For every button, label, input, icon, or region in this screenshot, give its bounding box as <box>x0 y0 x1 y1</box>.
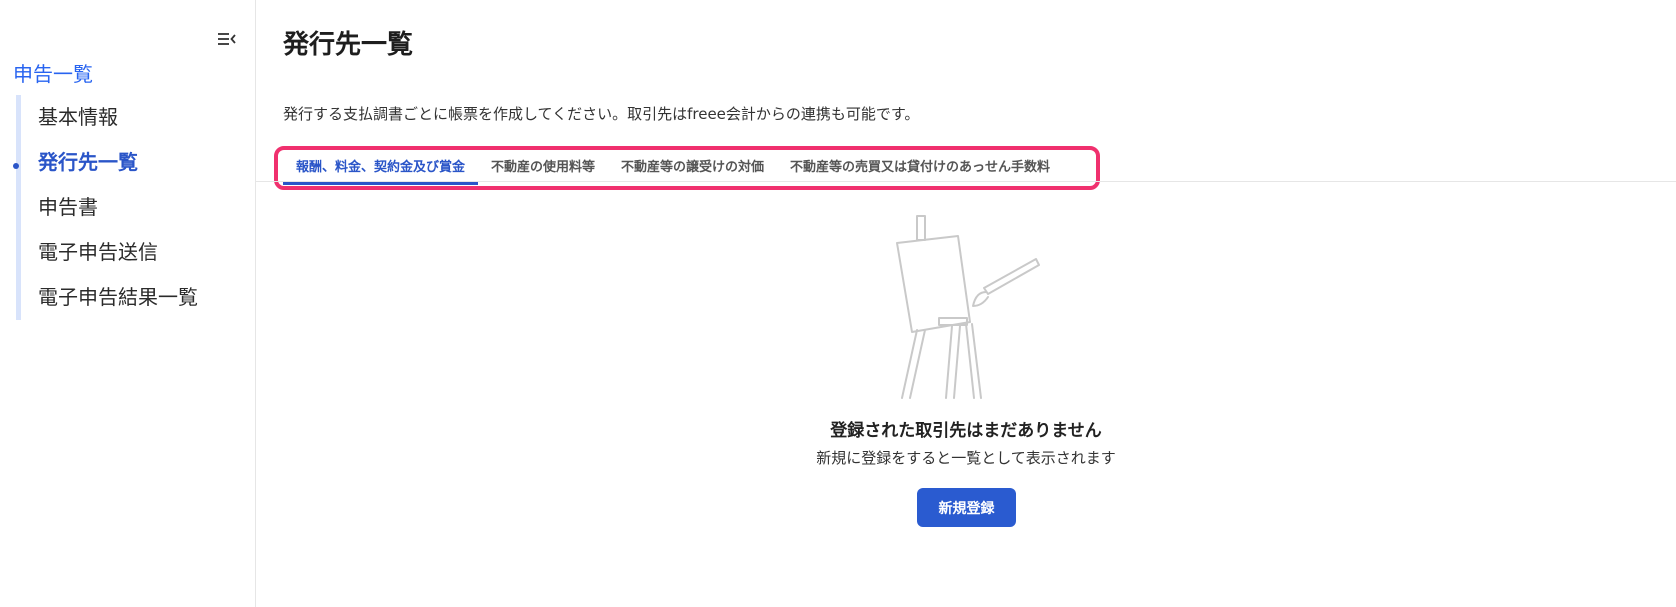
sidebar-item-label: 電子申告結果一覧 <box>38 285 198 309</box>
page-title: 発行先一覧 <box>283 30 414 60</box>
tab-real-estate-brokerage[interactable]: 不動産等の売買又は貸付けのあっせん手数料 <box>777 151 1063 185</box>
sidebar-item-e-filing-results[interactable]: 電子申告結果一覧 <box>21 275 251 320</box>
sidebar-item-basic-info[interactable]: 基本情報 <box>21 95 251 140</box>
sidebar-item-label: 基本情報 <box>38 105 118 129</box>
tab-real-estate-transfer[interactable]: 不動産等の譲受けの対価 <box>608 151 777 185</box>
sidebar-nav: 基本情報 発行先一覧 申告書 電子申告送信 電子申告結果一覧 <box>13 95 251 320</box>
sidebar-item-label: 電子申告送信 <box>38 240 158 264</box>
tab-real-estate-rent[interactable]: 不動産の使用料等 <box>478 151 608 185</box>
empty-state-subtitle: 新規に登録をすると一覧として表示されます <box>816 449 1116 467</box>
collapse-sidebar-icon[interactable] <box>214 28 240 50</box>
tab-bar: 報酬、料金、契約金及び賞金 不動産の使用料等 不動産等の譲受けの対価 不動産等の… <box>283 151 1063 185</box>
page-description: 発行する支払調書ごとに帳票を作成してください。取引先はfreee会計からの連携も… <box>283 105 920 123</box>
easel-illustration <box>896 215 1040 399</box>
tabs-divider <box>256 181 1676 182</box>
empty-state-title: 登録された取引先はまだありません <box>830 421 1102 441</box>
sidebar-item-declaration[interactable]: 申告書 <box>21 185 251 230</box>
sidebar-item-e-filing-send[interactable]: 電子申告送信 <box>21 230 251 275</box>
sidebar-root-link[interactable]: 申告一覧 <box>13 58 93 87</box>
sidebar: 申告一覧 基本情報 発行先一覧 申告書 電子申告送信 電子申告結果一覧 <box>0 0 256 607</box>
tab-remuneration[interactable]: 報酬、料金、契約金及び賞金 <box>283 151 479 185</box>
sidebar-item-label: 申告書 <box>38 195 98 219</box>
main-content: 発行先一覧 発行する支払調書ごとに帳票を作成してください。取引先はfreee会計… <box>256 0 1676 607</box>
active-indicator-dot <box>13 163 19 169</box>
new-registration-button[interactable]: 新規登録 <box>917 488 1016 527</box>
sidebar-item-recipient-list[interactable]: 発行先一覧 <box>13 140 251 185</box>
sidebar-item-label: 発行先一覧 <box>38 150 138 174</box>
